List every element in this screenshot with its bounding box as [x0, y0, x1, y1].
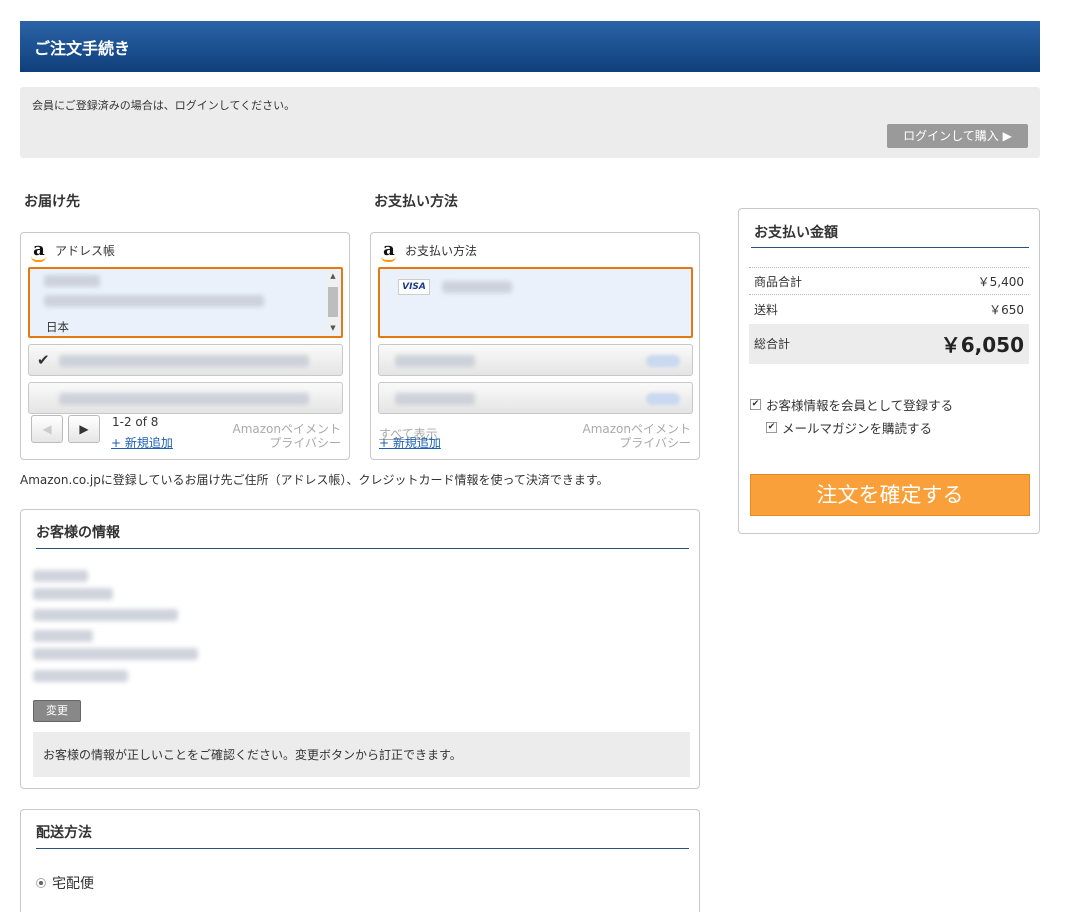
page-header: ご注文手続き [20, 21, 1040, 72]
login-purchase-button[interactable]: ログインして購入 ▶ [887, 124, 1028, 148]
shipping-fee-row: 送料 ￥650 [749, 301, 1029, 318]
confirm-order-button[interactable]: 注文を確定する [750, 474, 1030, 516]
checkbox-checked-icon[interactable]: ✔ [750, 399, 761, 410]
summary-title: お支払い金額 [754, 225, 838, 241]
login-message: 会員にご登録済みの場合は、ログインしてください。 [32, 99, 296, 112]
address-list-item[interactable] [28, 382, 343, 414]
address-book-widget: a アドレス帳 日本 ▲ ▼ ✔ ◀ ▶ 1-2 of 8 + 新規追加 Ama… [20, 232, 350, 460]
register-member-checkbox[interactable]: ✔ お客様情報を会員として登録する [750, 395, 953, 414]
subtotal-label: 商品合計 [754, 275, 803, 289]
selected-address[interactable]: 日本 ▲ ▼ [28, 267, 343, 338]
amazon-logo-icon: a [31, 241, 47, 262]
add-address-link[interactable]: + 新規追加 [111, 434, 173, 451]
shipping-option[interactable]: 宅配便 [36, 873, 94, 893]
shipping-option-label: 宅配便 [52, 876, 94, 892]
payment-widget: a お支払い方法 VISA すべて表示 + 新規追加 Amazonペイメントプラ… [370, 232, 700, 460]
login-box: 会員にご登録済みの場合は、ログインしてください。 ログインして購入 ▶ [20, 87, 1040, 158]
payment-summary-panel: お支払い金額 商品合計 ￥5,400 送料 ￥650 総合計 ￥6,050 ✔ … [738, 208, 1040, 534]
amazon-payments-privacy-link[interactable]: Amazonペイメントプライバシー [581, 422, 692, 450]
total-value: ￥6,050 [940, 333, 1024, 357]
scroll-up-icon[interactable]: ▲ [327, 272, 339, 280]
subtotal-value: ￥5,400 [977, 275, 1024, 289]
card-list-item[interactable] [378, 344, 693, 376]
payment-widget-title: お支払い方法 [405, 243, 478, 258]
shipping-method-title: 配送方法 [36, 825, 92, 841]
card-icon [646, 355, 680, 367]
change-button[interactable]: 変更 [33, 700, 81, 722]
customer-info-panel: お客様の情報 変更 お客様の情報が正しいことをご確認ください。変更ボタンから訂正… [20, 509, 700, 789]
checkbox-checked-icon[interactable]: ✔ [766, 422, 777, 433]
customer-info-title: お客様の情報 [36, 525, 120, 541]
card-icon [646, 393, 680, 405]
amazon-info-note: Amazon.co.jpに登録しているお届け先ご住所（アドレス帳）、クレジットカ… [20, 473, 609, 487]
confirm-message: お客様の情報が正しいことをご確認ください。変更ボタンから訂正できます。 [33, 732, 690, 777]
next-page-button[interactable]: ▶ [68, 415, 100, 443]
address-country: 日本 [46, 320, 69, 334]
card-list-item[interactable] [378, 382, 693, 414]
amazon-payments-privacy-link[interactable]: Amazonペイメントプライバシー [231, 422, 342, 450]
shipping-fee-label: 送料 [754, 303, 779, 317]
amazon-logo-icon: a [381, 241, 397, 262]
radio-selected-icon[interactable] [36, 878, 46, 888]
newsletter-checkbox[interactable]: ✔ メールマガジンを購読する [766, 418, 932, 437]
scroll-down-icon[interactable]: ▼ [327, 324, 339, 332]
address-book-title: アドレス帳 [55, 243, 116, 258]
subtotal-row: 商品合計 ￥5,400 [749, 273, 1029, 290]
add-card-link[interactable]: + 新規追加 [379, 434, 441, 451]
address-scrollbar[interactable]: ▲ ▼ [327, 271, 339, 333]
selected-card[interactable]: VISA [378, 267, 693, 338]
address-list-item[interactable]: ✔ [28, 344, 343, 376]
page-title: ご注文手続き [34, 39, 131, 58]
prev-page-button[interactable]: ◀ [31, 415, 63, 443]
payment-title: お支払い方法 [374, 194, 458, 210]
shipping-method-panel: 配送方法 宅配便 [20, 809, 700, 912]
visa-card-icon: VISA [398, 279, 430, 295]
shipping-fee-value: ￥650 [989, 303, 1024, 317]
total-label: 総合計 [754, 337, 791, 351]
pager-text: 1-2 of 8 [112, 415, 159, 429]
register-member-label: お客様情報を会員として登録する [766, 398, 954, 413]
delivery-title: お届け先 [24, 194, 80, 210]
total-row: 総合計 ￥6,050 [749, 329, 1029, 358]
check-icon: ✔ [37, 351, 50, 369]
newsletter-label: メールマガジンを購読する [782, 421, 933, 436]
